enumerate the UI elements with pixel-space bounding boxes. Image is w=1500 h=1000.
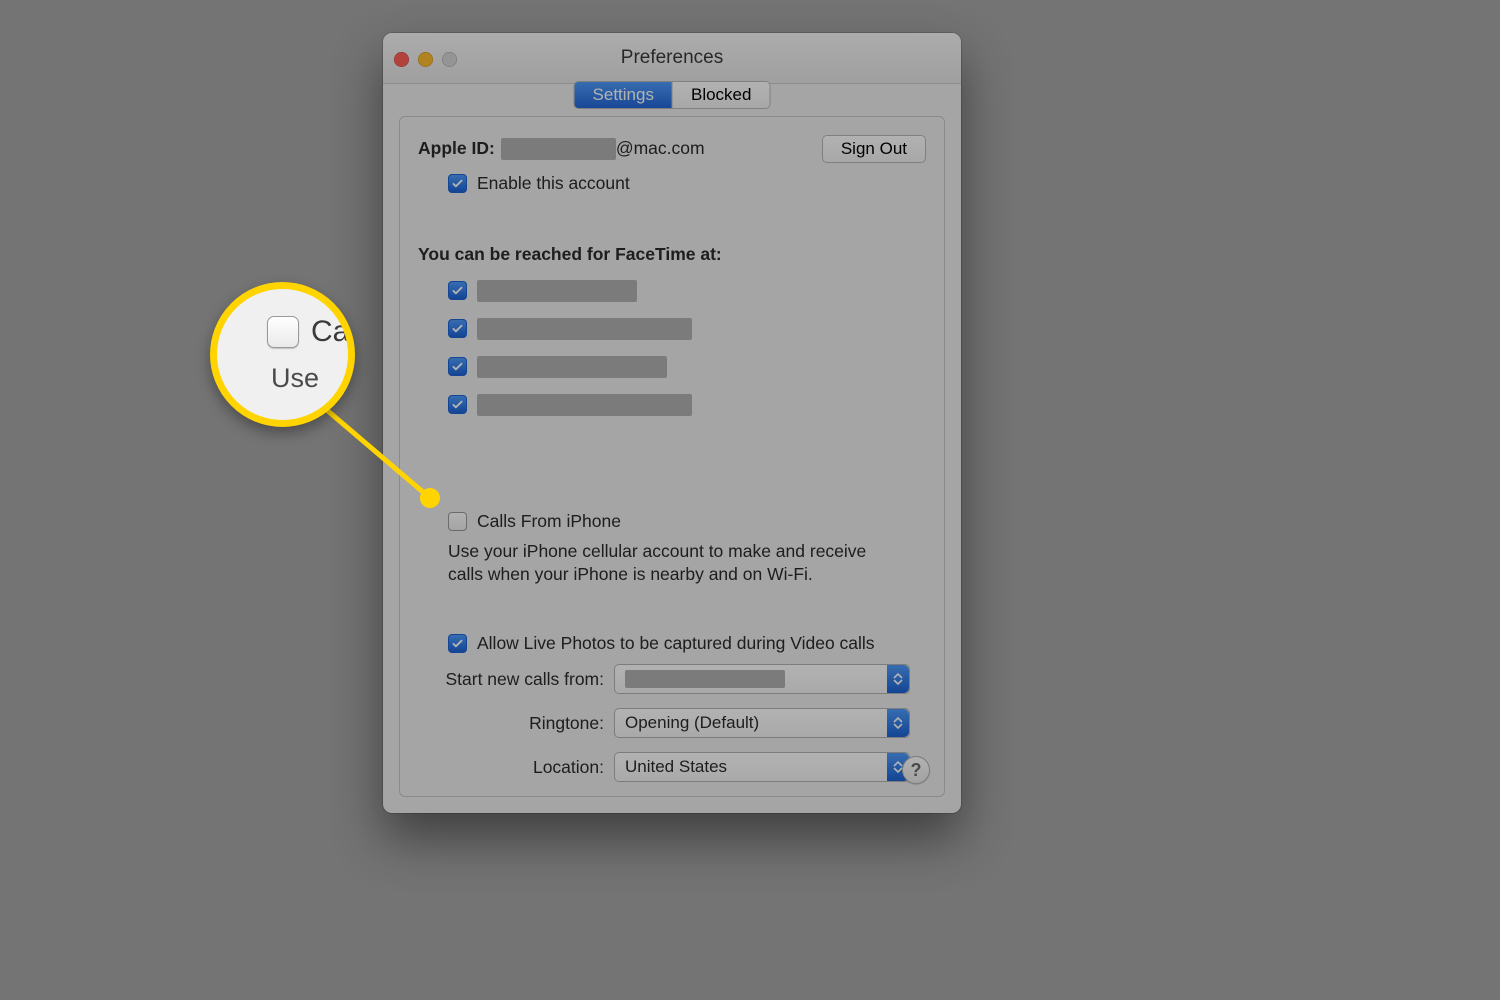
calls-from-iphone-label: Calls From iPhone	[477, 511, 621, 532]
enable-account-label: Enable this account	[477, 173, 630, 194]
enable-account-row: Enable this account	[448, 173, 926, 194]
reach-checkbox-1[interactable]	[448, 281, 467, 300]
reach-item-1	[448, 280, 926, 302]
location-select[interactable]: United States	[614, 752, 910, 782]
tab-bar: Settings Blocked	[383, 84, 961, 116]
start-calls-label: Start new calls from:	[418, 669, 614, 690]
apple-id-row: Apple ID: @mac.com Sign Out	[418, 135, 926, 163]
apple-id-label: Apple ID:	[418, 138, 495, 159]
reach-list	[448, 275, 926, 421]
ringtone-value: Opening (Default)	[625, 713, 759, 733]
titlebar: Preferences	[383, 33, 961, 84]
start-calls-value-redacted	[625, 670, 785, 688]
window-title: Preferences	[383, 47, 961, 69]
zoom-icon	[442, 52, 457, 67]
ringtone-label: Ringtone:	[418, 713, 614, 734]
chevron-updown-icon	[887, 709, 909, 737]
reach-title: You can be reached for FaceTime at:	[418, 244, 926, 265]
reach-checkbox-2[interactable]	[448, 319, 467, 338]
reach-value-1	[477, 280, 637, 302]
callout-magnifier: Cal Use	[210, 282, 355, 427]
window-controls	[394, 52, 457, 67]
reach-value-2	[477, 318, 692, 340]
live-photos-block: Allow Live Photos to be captured during …	[448, 633, 926, 654]
apple-id-redacted	[501, 138, 616, 160]
reach-item-2	[448, 318, 926, 340]
calls-from-iphone-desc: Use your iPhone cellular account to make…	[448, 540, 888, 587]
callout-text-cal: Cal	[311, 315, 355, 349]
start-calls-select[interactable]	[614, 664, 910, 694]
callout-lens: Cal Use	[210, 282, 355, 427]
reach-item-3	[448, 356, 926, 378]
close-icon[interactable]	[394, 52, 409, 67]
enable-account-checkbox[interactable]	[448, 174, 467, 193]
chevron-updown-icon	[887, 665, 909, 693]
reach-value-3	[477, 356, 667, 378]
ringtone-select[interactable]: Opening (Default)	[614, 708, 910, 738]
location-value: United States	[625, 757, 727, 777]
calls-from-iphone-block: Calls From iPhone Use your iPhone cellul…	[448, 511, 926, 587]
tab-blocked[interactable]: Blocked	[673, 82, 769, 108]
start-calls-row: Start new calls from:	[418, 664, 926, 694]
help-button[interactable]: ?	[902, 756, 930, 784]
live-photos-label: Allow Live Photos to be captured during …	[477, 633, 875, 654]
location-label: Location:	[418, 757, 614, 778]
apple-id-domain: @mac.com	[616, 138, 705, 159]
settings-panel: Apple ID: @mac.com Sign Out Enable this …	[399, 116, 945, 797]
callout-text-use: Use	[271, 363, 319, 394]
sign-out-button[interactable]: Sign Out	[822, 135, 926, 163]
live-photos-checkbox[interactable]	[448, 634, 467, 653]
reach-value-4	[477, 394, 692, 416]
minimize-icon[interactable]	[418, 52, 433, 67]
callout-checkbox	[267, 316, 299, 348]
location-row: Location: United States	[418, 752, 926, 782]
select-rows: Start new calls from: Ringtone: Opening …	[418, 664, 926, 782]
ringtone-row: Ringtone: Opening (Default)	[418, 708, 926, 738]
reach-item-4	[448, 394, 926, 416]
tab-settings[interactable]: Settings	[575, 82, 673, 108]
